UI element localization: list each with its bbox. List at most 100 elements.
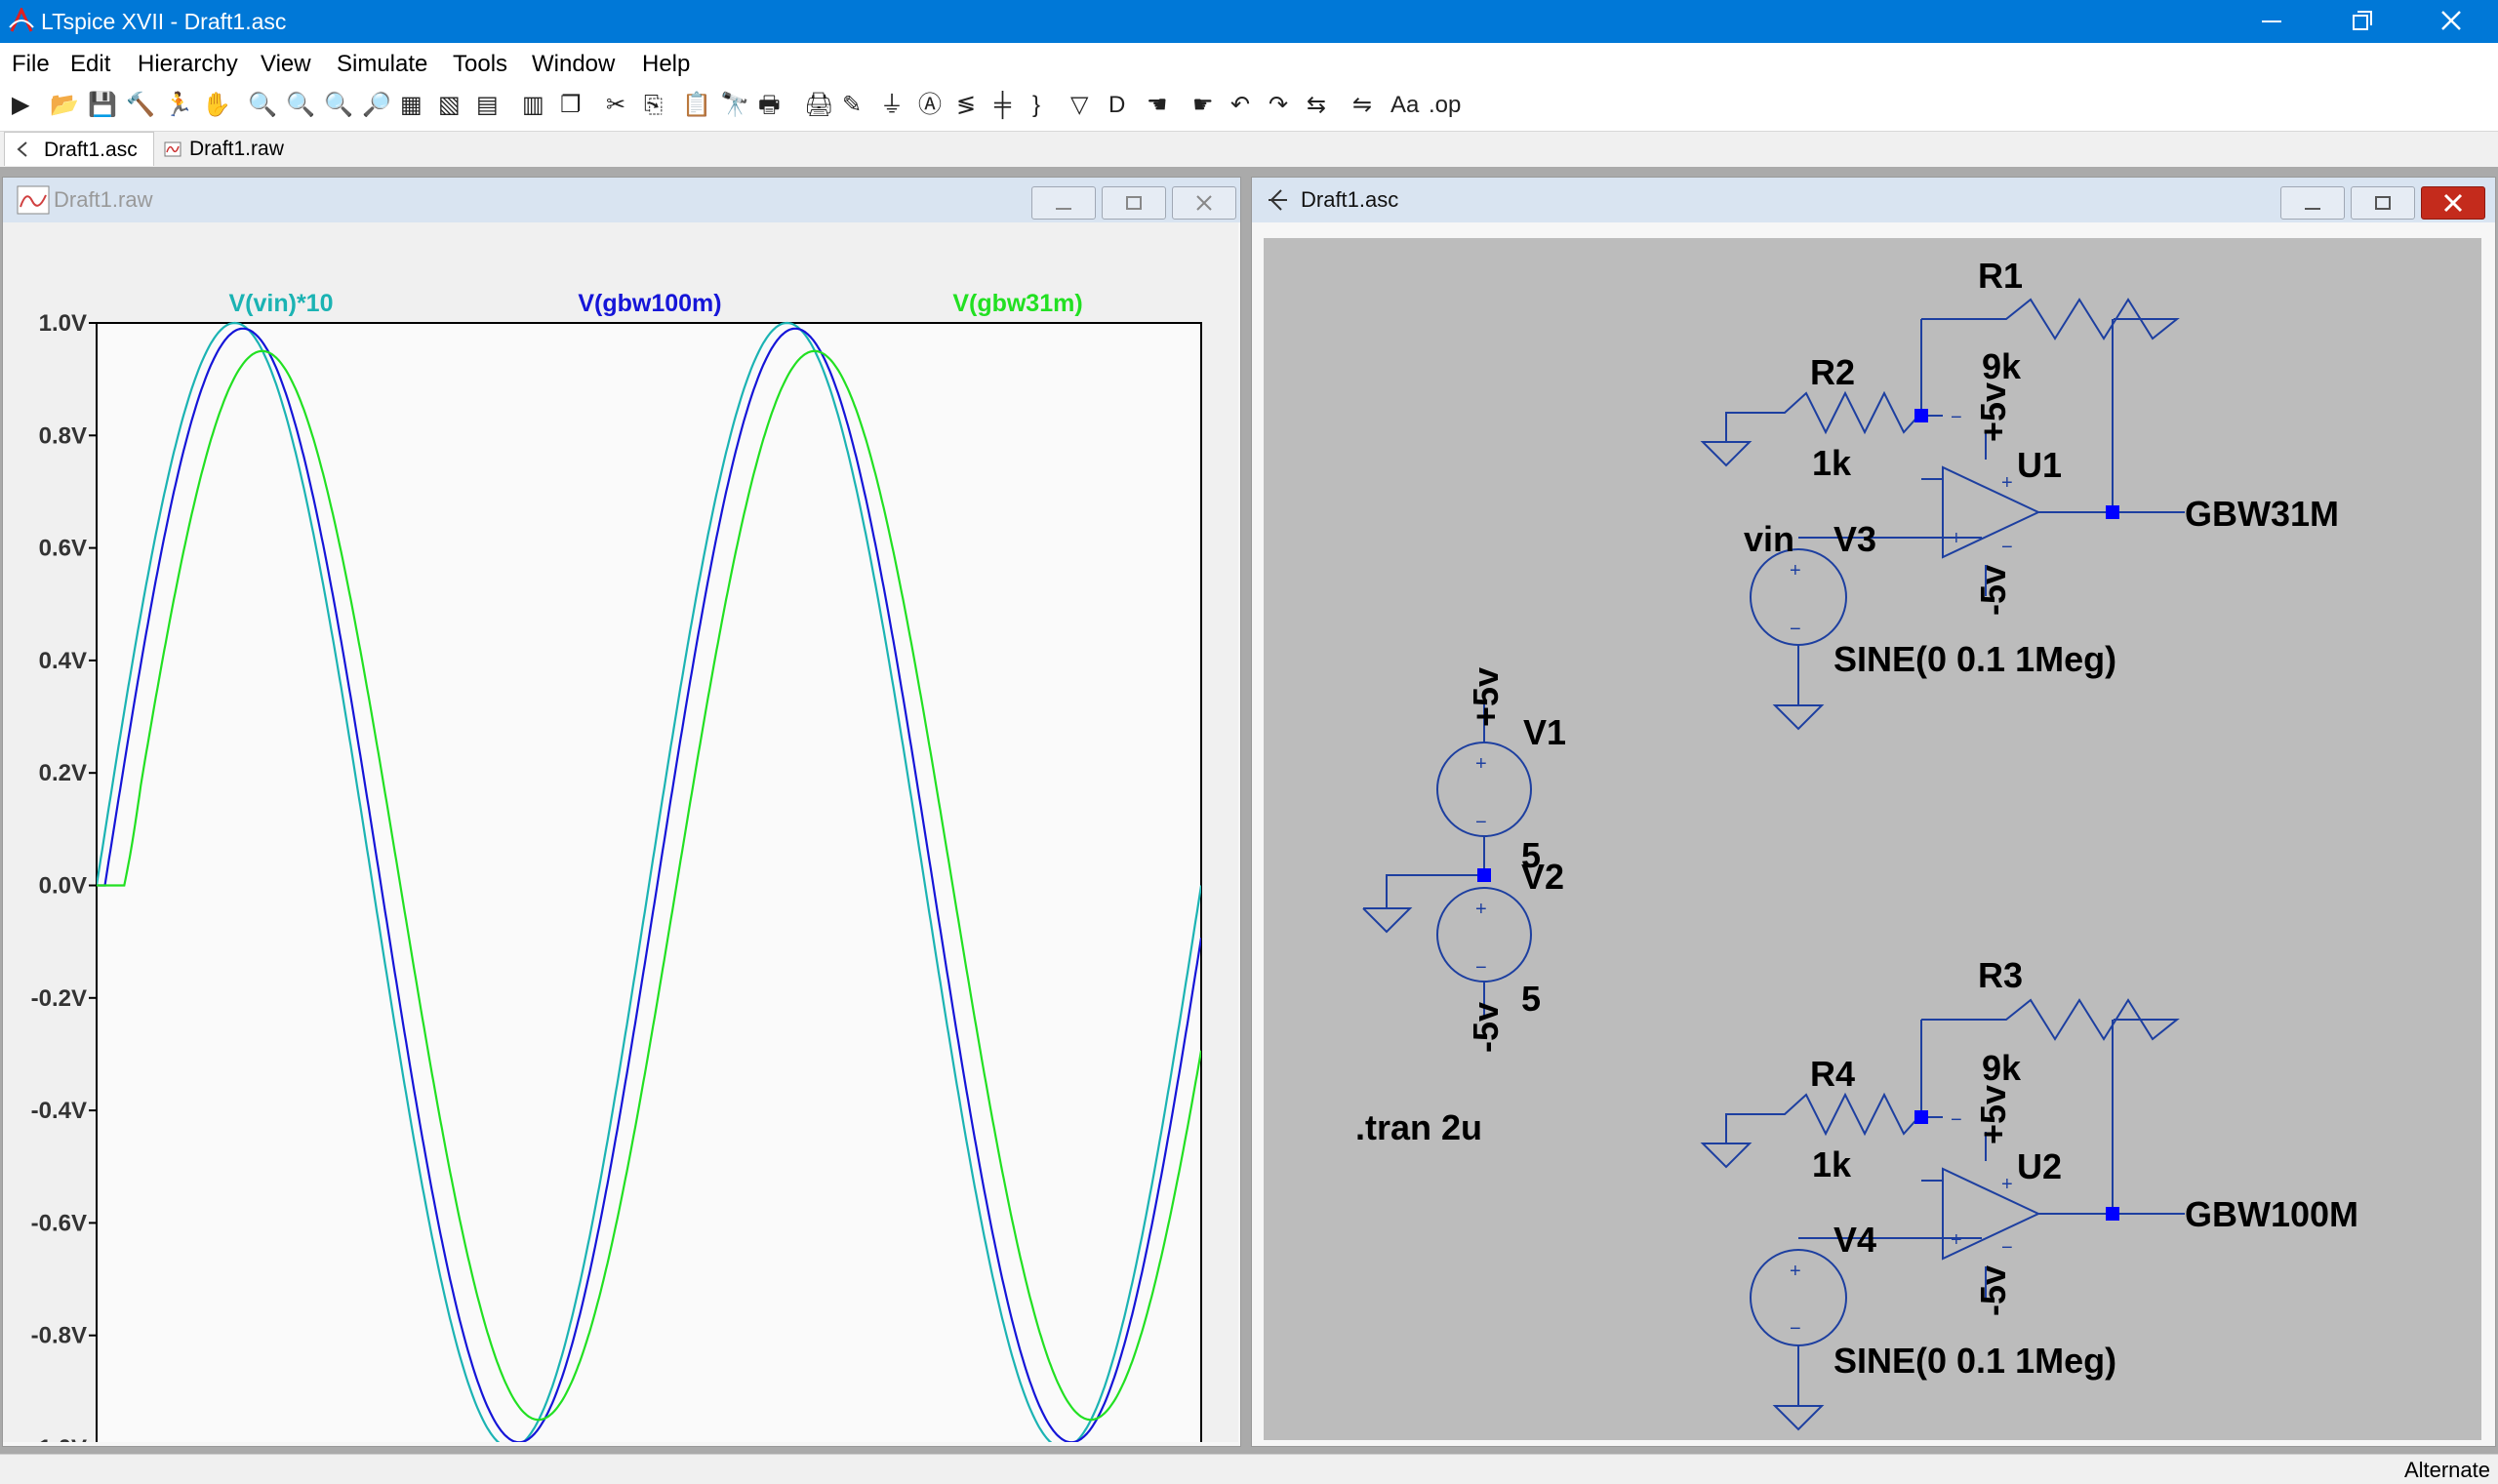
svg-text:−: −	[1951, 407, 1962, 428]
legend-1[interactable]: V(vin)*10	[229, 290, 334, 317]
u1-pos-supply: +5v	[1973, 382, 2013, 442]
zoom-out-button[interactable]: 🔍	[322, 88, 357, 123]
mirror-button[interactable]: ⇋	[1350, 88, 1386, 123]
waveform-window: Draft1.raw 1.0V 0.8V 0.6V 0.4V 0.2V 0.0V -0.2V…	[2, 177, 1241, 1447]
zoom-cancel-button[interactable]: ▧	[436, 88, 471, 123]
paste-icon: 📋	[682, 92, 711, 118]
waveform-window-titlebar[interactable]: Draft1.raw	[3, 178, 1240, 222]
run-button[interactable]: 🏃	[162, 88, 197, 123]
capacitor-button[interactable]: ╪	[992, 88, 1027, 123]
schematic-close-button[interactable]	[2421, 186, 2485, 220]
u2-neg-supply: -5v	[1973, 1265, 2013, 1316]
svg-text:−: −	[1475, 957, 1487, 979]
minimize-button[interactable]	[2227, 0, 2317, 43]
minimize-icon	[2305, 208, 2320, 210]
legend-3[interactable]: V(gbw31m)	[952, 290, 1082, 317]
label-net-button[interactable]: Ⓐ	[916, 88, 951, 123]
tile-vertical-button[interactable]: ▥	[520, 88, 555, 123]
close-button[interactable]	[2406, 0, 2496, 43]
save-button[interactable]: 💾	[86, 88, 121, 123]
minimize-icon	[2262, 20, 2281, 22]
find-button[interactable]: 🔭	[718, 88, 753, 123]
svg-text:−: −	[1475, 812, 1487, 833]
copy-button[interactable]: ⎘	[642, 88, 677, 123]
menu-view[interactable]: View	[261, 51, 311, 78]
component-button[interactable]: D	[1107, 88, 1142, 123]
waveform-maximize-button[interactable]	[1102, 186, 1166, 220]
u1-name: U1	[2017, 445, 2062, 485]
menu-tools[interactable]: Tools	[453, 51, 507, 78]
schematic-minimize-button[interactable]	[2280, 186, 2345, 220]
zoom-in-button[interactable]: 🔍	[246, 88, 281, 123]
autorange-button[interactable]: ▦	[398, 88, 433, 123]
draw-wire-button[interactable]: ✎	[840, 88, 875, 123]
move-button[interactable]: ☚	[1145, 88, 1180, 123]
waveform-plot[interactable]: 1.0V 0.8V 0.6V 0.4V 0.2V 0.0V -0.2V -0.4V -0.6V -…	[3, 222, 1238, 1442]
svg-text:+: +	[1475, 899, 1487, 920]
menu-file[interactable]: File	[12, 51, 50, 78]
print-button[interactable]: 🖨	[802, 88, 837, 123]
tab-label: Draft1.asc	[44, 139, 138, 161]
schematic-tab-icon	[17, 141, 27, 157]
redo-button[interactable]: ↷	[1267, 88, 1302, 123]
find-icon: 🔭	[720, 92, 749, 118]
y-tick-label: 0.2V	[39, 760, 87, 786]
draw-wire-icon: ✎	[842, 92, 863, 118]
u1-neg-supply: -5v	[1973, 565, 2013, 616]
menu-simulate[interactable]: Simulate	[337, 51, 427, 78]
menu-hierarchy[interactable]: Hierarchy	[138, 51, 238, 78]
new-schematic-button[interactable]: ▶	[10, 88, 45, 123]
y-tick-label: 0.4V	[39, 648, 87, 674]
svg-text:+: +	[1790, 560, 1801, 582]
waveform-minimize-button[interactable]	[1031, 186, 1096, 220]
schematic-maximize-button[interactable]	[2351, 186, 2415, 220]
cut-button[interactable]: ✂	[604, 88, 639, 123]
tab-draft1-raw[interactable]: Draft1.raw	[156, 132, 301, 165]
zoom-fit-button[interactable]: 🔎	[360, 88, 395, 123]
text-icon: Aa	[1390, 92, 1420, 118]
restore-icon	[2353, 11, 2372, 30]
maximize-icon	[1126, 196, 1142, 210]
autorange-icon: ▦	[400, 92, 423, 118]
menu-help[interactable]: Help	[642, 51, 690, 78]
paste-button[interactable]: 📋	[680, 88, 715, 123]
tab-draft1-asc[interactable]: Draft1.asc	[4, 132, 154, 166]
pan-button[interactable]: 🔍	[284, 88, 319, 123]
waveform-close-button[interactable]	[1172, 186, 1236, 220]
tile-horizontal-button[interactable]: ▤	[474, 88, 509, 123]
maximize-icon	[2375, 196, 2391, 210]
schematic-canvas[interactable]: −+ + − −+ + − +− +− +− +− R1 9k R2 1k U1…	[1264, 238, 2481, 1440]
cascade-button[interactable]: ❐	[558, 88, 593, 123]
text-button[interactable]: Aa	[1389, 88, 1424, 123]
u2-pos-supply: +5v	[1973, 1085, 2013, 1144]
minimize-icon	[1056, 208, 1071, 210]
ground-button[interactable]: ⏚	[878, 88, 913, 123]
v3-value: SINE(0 0.1 1Meg)	[1833, 639, 2116, 679]
halt-button[interactable]: ✋	[200, 88, 235, 123]
menu-edit[interactable]: Edit	[70, 51, 110, 78]
spice-directive-button[interactable]: .op	[1427, 88, 1462, 123]
control-panel-button[interactable]: 🔨	[124, 88, 159, 123]
svg-text:+: +	[1951, 1229, 1962, 1251]
spice-directive-icon: .op	[1429, 92, 1462, 118]
resistor-button[interactable]: ≶	[954, 88, 989, 123]
open-button[interactable]: 📂	[48, 88, 83, 123]
waveform-window-title: Draft1.raw	[54, 187, 153, 212]
svg-text:−: −	[1790, 1318, 1801, 1340]
menu-window[interactable]: Window	[532, 51, 615, 78]
print-setup-button[interactable]: 🖶	[756, 88, 791, 123]
drag-icon: ☛	[1192, 92, 1214, 118]
r3-name: R3	[1978, 955, 2023, 995]
diode-button[interactable]: ▽	[1068, 88, 1104, 123]
rotate-button[interactable]: ⇆	[1305, 88, 1340, 123]
y-tick-label: 0.0V	[39, 873, 87, 900]
drag-button[interactable]: ☛	[1190, 88, 1226, 123]
legend-2[interactable]: V(gbw100m)	[578, 290, 721, 317]
svg-text:−: −	[2001, 537, 2013, 558]
schematic-window-titlebar[interactable]: Draft1.asc	[1252, 178, 2495, 222]
undo-button[interactable]: ↶	[1229, 88, 1264, 123]
inductor-button[interactable]: }	[1030, 88, 1066, 123]
tab-label: Draft1.raw	[189, 138, 284, 160]
restore-button[interactable]	[2317, 0, 2406, 43]
r1-value: 9k	[1982, 346, 2022, 386]
